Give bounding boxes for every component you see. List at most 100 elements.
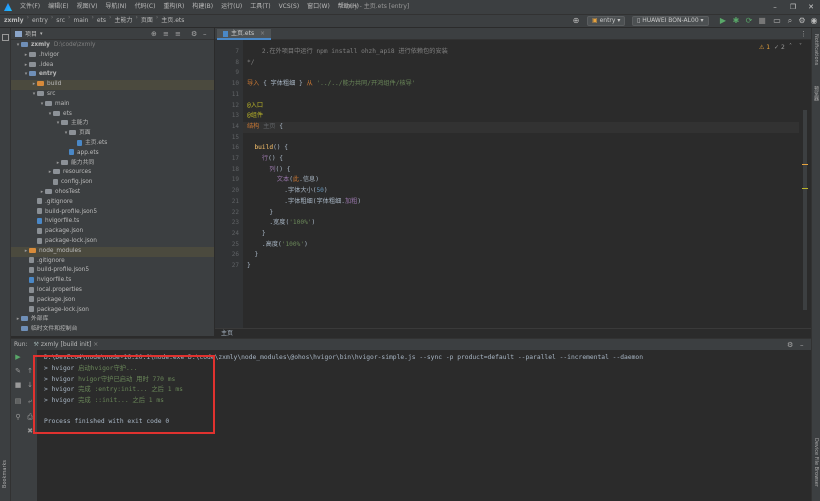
collapse-all-icon[interactable]: ≡ [175, 28, 181, 40]
menu-item[interactable]: 窗口(W) [303, 0, 334, 14]
menu-item[interactable]: 文件(F) [16, 0, 44, 14]
tree-item[interactable]: ▾ ets [11, 110, 214, 120]
tree-item[interactable]: build-profile.json5 [11, 208, 214, 218]
run-icon[interactable]: ▶ [718, 16, 728, 26]
breadcrumb-item[interactable]: 主页.ets [161, 14, 184, 28]
hide-panel-icon[interactable]: – [203, 28, 207, 40]
line-number: 18 [231, 165, 239, 173]
stop-icon[interactable]: ■ [757, 16, 767, 26]
account-icon[interactable]: ◉ [809, 16, 819, 26]
tree-item[interactable]: ▾ 主能力 [11, 119, 214, 129]
breadcrumb-item[interactable]: src [56, 14, 65, 28]
chevron-up-icon[interactable]: ˄ [789, 43, 792, 50]
stop-icon[interactable]: ■ [13, 380, 23, 390]
tree-item[interactable]: package.json [11, 227, 214, 237]
editor-breadcrumb[interactable]: 主页 [215, 328, 811, 338]
tree-item[interactable]: package.json [11, 296, 214, 306]
scrollbar[interactable] [803, 110, 807, 310]
info-marker[interactable] [802, 188, 808, 189]
tree-item[interactable]: ▸ .idea [11, 61, 214, 71]
expand-all-icon[interactable]: ≡ [163, 28, 169, 40]
device-select[interactable]: ▯ HUAWEI BON-AL00 ▾ [632, 16, 709, 26]
check-indicator[interactable]: ✓ 2 [774, 44, 785, 51]
settings-icon[interactable]: ⚙ [797, 16, 807, 26]
tree-item[interactable]: ▸ .hvigor [11, 51, 214, 61]
tree-item[interactable]: .gitignore [11, 198, 214, 208]
project-view-select[interactable]: 项目 [25, 29, 37, 38]
menu-item[interactable]: 重构(R) [159, 0, 188, 14]
tree-item[interactable]: local.properties [11, 286, 214, 296]
breadcrumb-item[interactable]: entry [32, 14, 48, 28]
tree-item[interactable]: ▸ build [11, 80, 214, 90]
warning-indicator[interactable]: ⚠ 1 [759, 44, 770, 51]
menu-item[interactable]: 视图(V) [73, 0, 102, 14]
tree-item[interactable]: package-lock.json [11, 306, 214, 316]
layout-icon[interactable]: ▤ [13, 396, 23, 406]
tree-item[interactable]: 主页.ets [11, 139, 214, 149]
pin-icon[interactable]: ⚲ [13, 412, 23, 422]
code-line: .高度('100%') [247, 240, 308, 251]
tree-item[interactable]: ▾ 页面 [11, 129, 214, 139]
breadcrumb-item[interactable]: main [73, 14, 88, 28]
highlight-box [33, 355, 215, 434]
tree-item[interactable]: ▾ main [11, 100, 214, 110]
run-config-select[interactable]: ▣ entry ▾ [587, 16, 626, 26]
tree-item[interactable]: ▾ src [11, 90, 214, 100]
gear-icon[interactable]: ⚙ [191, 28, 197, 40]
code-token: .宽度( [247, 219, 290, 227]
breadcrumb-item[interactable]: 页面 [141, 14, 153, 28]
minimize-button[interactable]: – [766, 0, 784, 14]
notifications-tool-button[interactable]: Notifications [813, 34, 819, 65]
debug-icon[interactable]: ✱ [731, 16, 741, 26]
tree-item[interactable]: ▸ node_modules [11, 246, 214, 257]
close-button[interactable]: ✕ [802, 0, 820, 14]
device-file-browser-tool-button[interactable]: Device File Browser [813, 438, 819, 487]
menu-item[interactable]: 编辑(E) [44, 0, 72, 14]
editor-tab[interactable]: 主页.ets × [217, 29, 272, 40]
run-tab[interactable]: ⚒ zxmly [build init] × [34, 341, 99, 348]
chevron-down-icon[interactable]: ˅ [799, 43, 802, 50]
previewer-tool-button[interactable]: 预览器 [813, 86, 820, 101]
menu-item[interactable]: 运行(U) [217, 0, 246, 14]
tree-item[interactable]: config.json [11, 178, 214, 188]
tree-item-label: package.json [37, 296, 76, 303]
more-icon[interactable]: ⋮ [800, 28, 807, 40]
breadcrumb-item[interactable]: 主能力 [114, 14, 132, 28]
rerun-icon[interactable]: ▶ [13, 352, 23, 362]
search-icon[interactable]: ⌕ [785, 16, 795, 26]
tree-item[interactable]: ▸ 能力共同 [11, 159, 214, 169]
code-editor[interactable]: ⚠ 1 ✓ 2 ˄ ˅ 2.在外项目中运行 npm install ohzh_a… [243, 40, 811, 328]
tree-item[interactable]: .gitignore [11, 257, 214, 267]
tree-item[interactable]: ▸ 外部库 [11, 315, 214, 325]
tree-item[interactable]: hvigorfile.ts [11, 276, 214, 286]
chevron-down-icon[interactable]: ▾ [40, 31, 43, 37]
tree-item[interactable]: ▸ resources [11, 168, 214, 178]
menu-item[interactable]: 导航(N) [101, 0, 130, 14]
menu-item[interactable]: 代码(C) [131, 0, 160, 14]
tree-item[interactable]: app.ets [11, 149, 214, 159]
chevron-right-icon: › [26, 14, 29, 21]
tree-item[interactable]: ▾ zxmly D:\code\zxmly [11, 41, 214, 51]
target-icon[interactable]: ⊕ [571, 16, 581, 26]
menu-item[interactable]: 工具(T) [246, 0, 274, 14]
project-tool-icon[interactable] [2, 34, 9, 41]
bookmarks-tool-button[interactable]: Bookmarks [2, 460, 8, 488]
tree-item[interactable]: 临时文件和控制台 [11, 325, 214, 335]
wrench-icon[interactable]: ✎ [13, 366, 23, 376]
tree-item[interactable]: ▸ ohosTest [11, 188, 214, 198]
breadcrumb-item[interactable]: zxmly [4, 14, 24, 28]
maximize-button[interactable]: ❐ [784, 0, 802, 14]
warning-marker[interactable] [802, 164, 808, 165]
close-tab-icon[interactable]: × [260, 30, 265, 37]
tree-item[interactable]: package-lock.json [11, 237, 214, 247]
tree-item[interactable]: build-profile.json5 [11, 266, 214, 276]
profile-icon[interactable]: ⟳ [744, 16, 754, 26]
menu-item[interactable]: 构建(B) [188, 0, 217, 14]
locate-icon[interactable]: ⊕ [151, 28, 157, 40]
device-manager-icon[interactable]: ▭ [772, 16, 782, 26]
menu-item[interactable]: VCS(S) [275, 0, 304, 14]
tree-item[interactable]: ▾ entry [11, 70, 214, 80]
close-tab-icon[interactable]: × [93, 341, 98, 348]
tree-item[interactable]: hvigorfile.ts [11, 217, 214, 227]
breadcrumb-item[interactable]: ets [97, 14, 106, 28]
